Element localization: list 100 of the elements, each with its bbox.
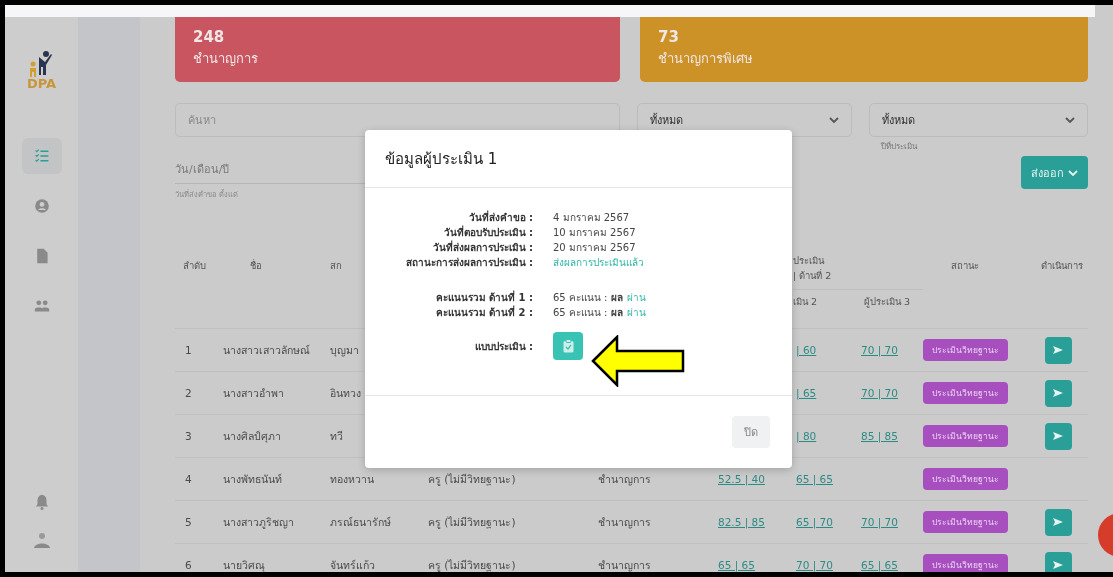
score-link[interactable]: 70 | 70 xyxy=(858,344,923,356)
column-group-subheader: | ด้านที่ 2 xyxy=(793,268,833,283)
send-icon xyxy=(1052,560,1064,570)
score-link[interactable]: 52.5 | 40 xyxy=(715,473,793,485)
stat-label: ชำนาญการ xyxy=(193,50,259,68)
stat-label: ชำนาญการพิเศษ xyxy=(658,50,754,68)
result-text: ผ่าน xyxy=(626,306,646,320)
detail-label: วันที่ตอบรับประเมิน : xyxy=(442,225,533,240)
detail-value: 10 มกราคม 2567 xyxy=(553,226,637,240)
table-cell-text: ภรณ์ธนารักษ์ xyxy=(329,514,392,530)
stat-count: 248 xyxy=(193,30,226,45)
detail-label: คะแนนรวม ด้านที่ 2 : xyxy=(434,305,533,320)
table-cell-text: นางสาวภูริชญา xyxy=(222,514,295,531)
column-header: ชื่อ xyxy=(249,258,263,273)
score-link[interactable]: | 65 xyxy=(793,387,858,399)
table-cell-text: อินทวง xyxy=(329,385,362,401)
user-circle-icon xyxy=(33,198,50,214)
chevron-down-icon xyxy=(1068,169,1078,176)
close-button[interactable]: ปิด xyxy=(732,416,770,448)
status-badge[interactable]: ประเมินวิทยฐานะ xyxy=(923,382,1008,404)
date-field[interactable]: วัน/เดือน/ปี xyxy=(175,156,365,184)
table-cell-text: นางสาวอำพา xyxy=(222,385,285,401)
score-link[interactable]: 65 | 65 xyxy=(715,559,793,571)
score-link[interactable]: | 60 xyxy=(793,344,858,356)
detail-label: สถานะการส่งผลการประเมิน : xyxy=(404,256,533,270)
status-badge[interactable]: ประเมินวิทยฐานะ xyxy=(923,425,1008,447)
clipboard-check-icon xyxy=(562,339,574,353)
detail-label: คะแนนรวม ด้านที่ 1 : xyxy=(434,290,533,305)
send-icon xyxy=(1052,517,1064,527)
send-button[interactable] xyxy=(1044,508,1072,536)
score-link[interactable]: 82.5 | 85 xyxy=(715,516,793,528)
score-link[interactable]: 65 | 65 xyxy=(858,559,923,571)
column-header: สถานะ xyxy=(950,258,980,273)
search-field[interactable]: ค้นหา xyxy=(175,103,620,137)
score-link[interactable]: | 80 xyxy=(793,430,858,442)
table-cell-text: 6 xyxy=(184,559,193,571)
score-text: 65 คะแนน : ผล xyxy=(553,306,623,320)
send-icon xyxy=(1052,345,1064,355)
filter-select[interactable]: ทั้งหมด xyxy=(869,103,1088,137)
stat-count: 73 xyxy=(658,30,680,45)
table-cell-text: นางพัทธนันท์ xyxy=(222,471,283,487)
score-link[interactable]: 65 | 65 xyxy=(793,473,858,485)
bell-icon[interactable] xyxy=(34,494,49,510)
table-cell-text: 3 xyxy=(184,430,193,442)
detail-value: 4 มกราคม 2567 xyxy=(553,211,631,225)
status-badge[interactable]: ประเมินวิทยฐานะ xyxy=(923,339,1008,361)
score-link[interactable]: 65 | 70 xyxy=(793,516,858,528)
form-button[interactable] xyxy=(553,332,583,360)
checklist-icon xyxy=(33,148,50,164)
table-cell-text: นายวิศณุ xyxy=(222,557,266,572)
result-text: ผ่าน xyxy=(626,291,646,305)
table-cell-text: ชำนาญการ xyxy=(597,557,652,572)
table-cell-text: ครู (ไม่มีวิทยฐานะ) xyxy=(427,514,517,531)
detail-label: วันที่ส่งคำขอ : xyxy=(467,210,533,225)
table-cell-text: ทองหวาน xyxy=(329,471,375,487)
table-cell-text: 5 xyxy=(184,516,193,528)
score-text: 65 คะแนน : ผล xyxy=(553,291,623,305)
user-icon[interactable] xyxy=(32,532,51,548)
export-button[interactable]: ส่งออก xyxy=(1021,156,1088,189)
table-cell-text: ครู (ไม่มีวิทยฐานะ) xyxy=(427,471,517,488)
nav-button[interactable] xyxy=(21,138,62,174)
send-button[interactable] xyxy=(1044,336,1072,364)
status-badge[interactable]: ประเมินวิทยฐานะ xyxy=(923,511,1008,533)
column-header: ผู้ประเมิน 3 xyxy=(863,295,912,310)
detail-value: 20 มกราคม 2567 xyxy=(553,241,637,255)
table-cell-text: นางศิลป์ศุภา xyxy=(222,428,282,445)
score-link[interactable]: 70 | 70 xyxy=(793,559,858,571)
status-text: ส่งผลการประเมินแล้ว xyxy=(553,256,645,270)
logo-text: DPA xyxy=(26,77,57,90)
status-badge[interactable]: ประเมินวิทยฐานะ xyxy=(923,554,1008,572)
detail-label: วันที่ส่งผลการประเมิน : xyxy=(431,240,533,255)
send-icon xyxy=(1052,388,1064,398)
send-button[interactable] xyxy=(1044,551,1072,572)
table-cell-text: ทวี xyxy=(329,428,344,444)
table-cell-text: นางสาวเสาวลักษณ์ xyxy=(222,342,311,358)
table-cell-text: ครู (ไม่มีวิทยฐานะ) xyxy=(427,557,517,572)
chevron-down-icon xyxy=(1065,117,1075,123)
send-button[interactable] xyxy=(1044,379,1072,407)
send-icon xyxy=(1052,431,1064,441)
modal-title: ข้อมูลผู้ประเมิน 1 xyxy=(385,148,498,170)
send-button[interactable] xyxy=(1044,422,1072,450)
table-cell-text: ชำนาญการ xyxy=(597,471,652,488)
table-cell-text: จันทร์แก้ว xyxy=(329,557,376,572)
column-group-header: ประเมิน xyxy=(793,254,826,268)
table-cell-text: 2 xyxy=(184,387,193,399)
column-header: เมิน 2 xyxy=(793,295,819,309)
column-header: ลำดับ xyxy=(182,258,207,273)
status-badge[interactable]: ประเมินวิทยฐานะ xyxy=(923,468,1008,490)
table-cell-text: 4 xyxy=(184,473,193,485)
table-cell-text: บุญมา xyxy=(329,342,360,359)
users-icon xyxy=(33,298,50,314)
score-link[interactable]: 85 | 85 xyxy=(858,430,923,442)
chevron-down-icon xyxy=(829,117,839,123)
column-header: ดำเนินการ xyxy=(1040,258,1083,273)
table-cell-text: 1 xyxy=(184,344,193,356)
select-caption: ปีที่ประเมิน xyxy=(881,140,919,153)
score-link[interactable]: 70 | 70 xyxy=(858,516,923,528)
detail-label: แบบประเมิน : xyxy=(473,339,533,354)
table-cell-text: ชำนาญการ xyxy=(597,514,652,531)
score-link[interactable]: 70 | 70 xyxy=(858,387,923,399)
